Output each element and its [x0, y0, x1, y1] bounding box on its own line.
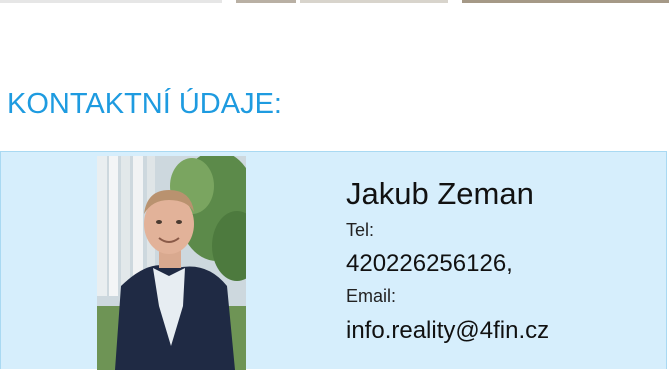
- phone-label: Tel:: [346, 220, 375, 240]
- email-label: Email:: [346, 286, 397, 306]
- agent-name: Jakub Zeman: [346, 176, 534, 211]
- contact-section-title: KONTAKTNÍ ÚDAJE:: [7, 88, 282, 120]
- gallery-thumbnail[interactable]: [236, 0, 296, 3]
- agent-photo: [97, 156, 246, 370]
- phone-value[interactable]: 420226256126,: [346, 250, 549, 278]
- gallery-thumbnail-strip: [0, 0, 669, 4]
- contact-card: Jakub Zeman Tel: 420226256126, Email: in…: [0, 151, 667, 370]
- gallery-thumbnail[interactable]: [0, 0, 222, 3]
- contact-info: Jakub Zeman Tel: 420226256126, Email: in…: [346, 176, 549, 345]
- gallery-thumbnail[interactable]: [300, 0, 448, 3]
- email-value[interactable]: info.reality@4fin.cz: [346, 317, 549, 345]
- gallery-thumbnail[interactable]: [462, 0, 669, 3]
